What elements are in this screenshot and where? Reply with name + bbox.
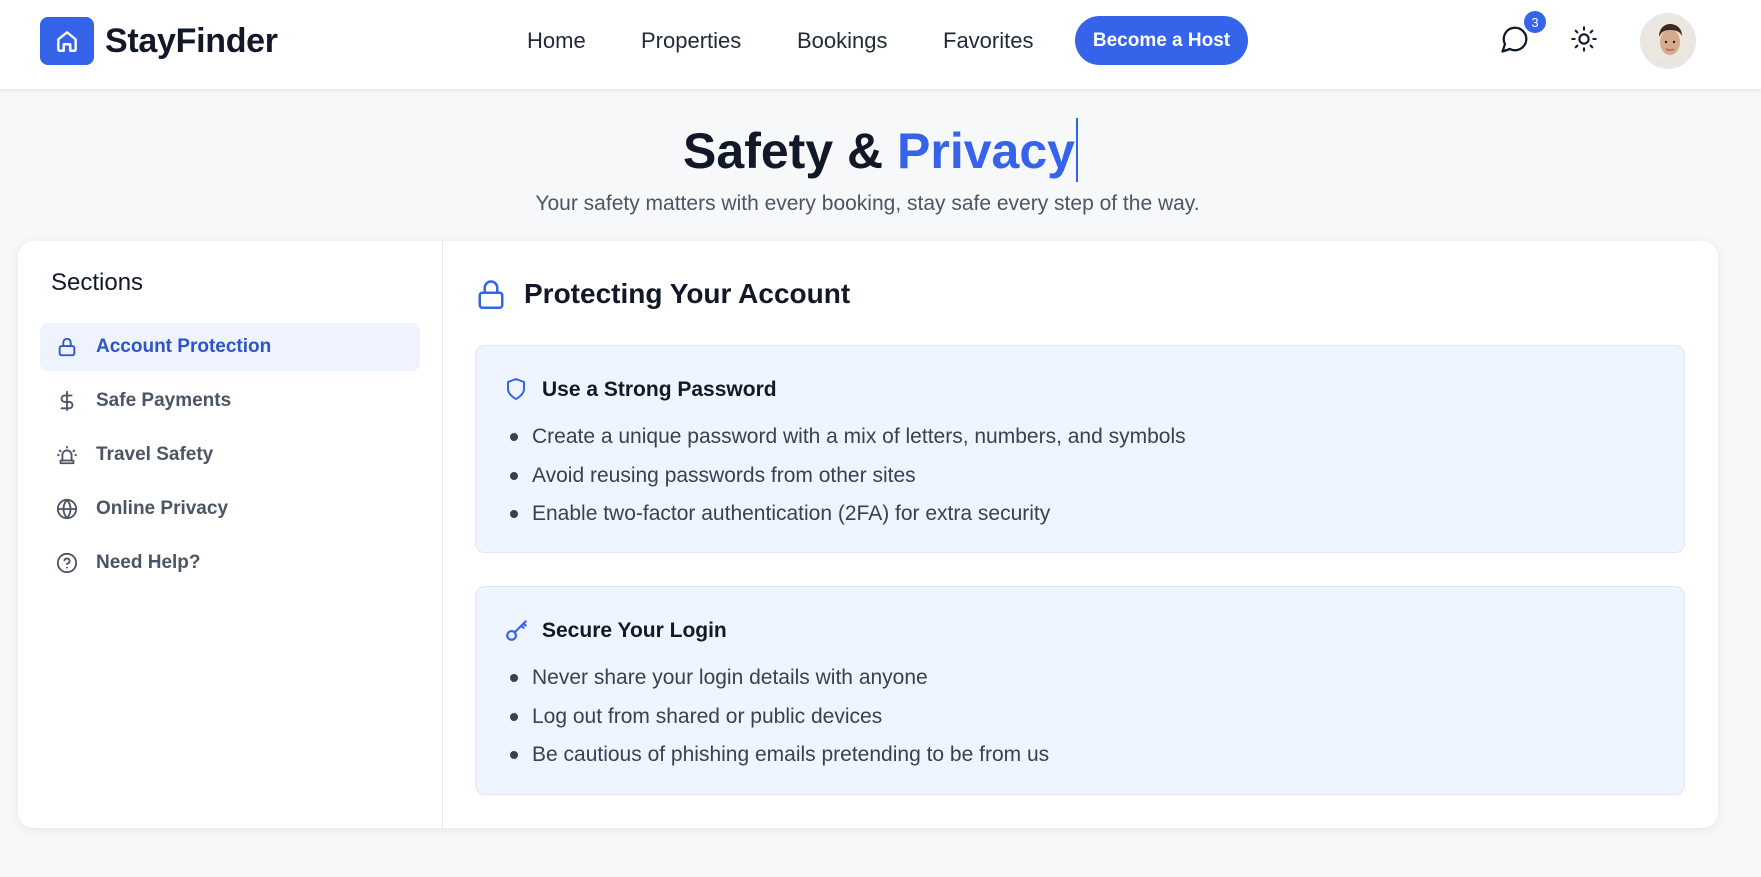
brand-name[interactable]: StayFinder xyxy=(105,22,278,61)
page-title: Safety & Privacy xyxy=(0,118,1761,182)
list-item: Never share your login details with anyo… xyxy=(510,659,1049,698)
sidebar-item-online-privacy[interactable]: Online Privacy xyxy=(40,485,420,533)
top-navbar: StayFinder Home Properties Bookings Favo… xyxy=(0,0,1761,90)
sun-icon[interactable] xyxy=(1570,25,1602,57)
list-item: Be cautious of phishing emails pretendin… xyxy=(510,736,1049,775)
sidebar-item-label: Online Privacy xyxy=(96,498,229,519)
nav-properties[interactable]: Properties xyxy=(641,28,741,54)
strong-password-card: Use a Strong Password Create a unique pa… xyxy=(475,345,1685,553)
sidebar-item-travel-safety[interactable]: Travel Safety xyxy=(40,431,420,479)
bullet-list: Never share your login details with anyo… xyxy=(510,659,1049,775)
list-item: Avoid reusing passwords from other sites xyxy=(510,457,1186,496)
list-item: Log out from shared or public devices xyxy=(510,698,1049,737)
lock-icon xyxy=(476,277,508,311)
bullet-dot xyxy=(510,510,518,519)
bullet-dot xyxy=(510,674,518,683)
list-item: Enable two-factor authentication (2FA) f… xyxy=(510,495,1186,534)
bullet-dot xyxy=(510,751,518,760)
sections-sidebar: Sections Account Protection Safe Payment… xyxy=(18,241,443,828)
safety-card: Sections Account Protection Safe Payment… xyxy=(18,241,1718,828)
siren-icon xyxy=(54,442,80,468)
card-title: Secure Your Login xyxy=(542,619,727,642)
card-header: Secure Your Login xyxy=(504,617,727,645)
page-title-accent: Privacy xyxy=(897,123,1075,179)
sidebar-item-label: Need Help? xyxy=(96,552,201,573)
become-host-button[interactable]: Become a Host xyxy=(1075,16,1248,65)
bullet-dot xyxy=(510,712,518,721)
nav-bookings[interactable]: Bookings xyxy=(797,28,888,54)
nav-favorites[interactable]: Favorites xyxy=(943,28,1033,54)
nav-home[interactable]: Home xyxy=(527,28,586,54)
globe-icon xyxy=(54,496,80,522)
page-title-part1: Safety & xyxy=(683,123,898,179)
sidebar-item-label: Account Protection xyxy=(96,336,272,357)
sidebar-item-label: Travel Safety xyxy=(96,444,214,465)
section-title: Protecting Your Account xyxy=(524,278,851,309)
bullet-dot xyxy=(510,433,518,442)
bullet-dot xyxy=(510,471,518,480)
lock-icon xyxy=(54,334,80,360)
page-subtitle: Your safety matters with every booking, … xyxy=(535,192,1200,215)
notification-badge: 3 xyxy=(1524,11,1546,33)
card-header: Use a Strong Password xyxy=(504,376,777,404)
sidebar-item-safe-payments[interactable]: Safe Payments xyxy=(40,377,420,425)
user-avatar[interactable] xyxy=(1640,13,1696,69)
sidebar-title: Sections xyxy=(51,269,144,296)
bullet-list: Create a unique password with a mix of l… xyxy=(510,418,1186,534)
help-circle-icon xyxy=(54,550,80,576)
content-panel: Protecting Your Account Use a Strong Pas… xyxy=(444,241,1718,828)
secure-login-card: Secure Your Login Never share your login… xyxy=(475,586,1685,795)
key-icon xyxy=(504,617,530,645)
home-icon[interactable] xyxy=(40,17,94,65)
dollar-icon xyxy=(54,388,80,414)
text-caret xyxy=(1075,118,1078,182)
card-title: Use a Strong Password xyxy=(542,378,777,401)
shield-icon xyxy=(504,376,530,404)
list-item: Create a unique password with a mix of l… xyxy=(510,418,1186,457)
sidebar-item-need-help[interactable]: Need Help? xyxy=(40,539,420,587)
sidebar-item-label: Safe Payments xyxy=(96,390,232,411)
section-header: Protecting Your Account xyxy=(476,277,850,311)
sidebar-item-account-protection[interactable]: Account Protection xyxy=(40,323,420,371)
